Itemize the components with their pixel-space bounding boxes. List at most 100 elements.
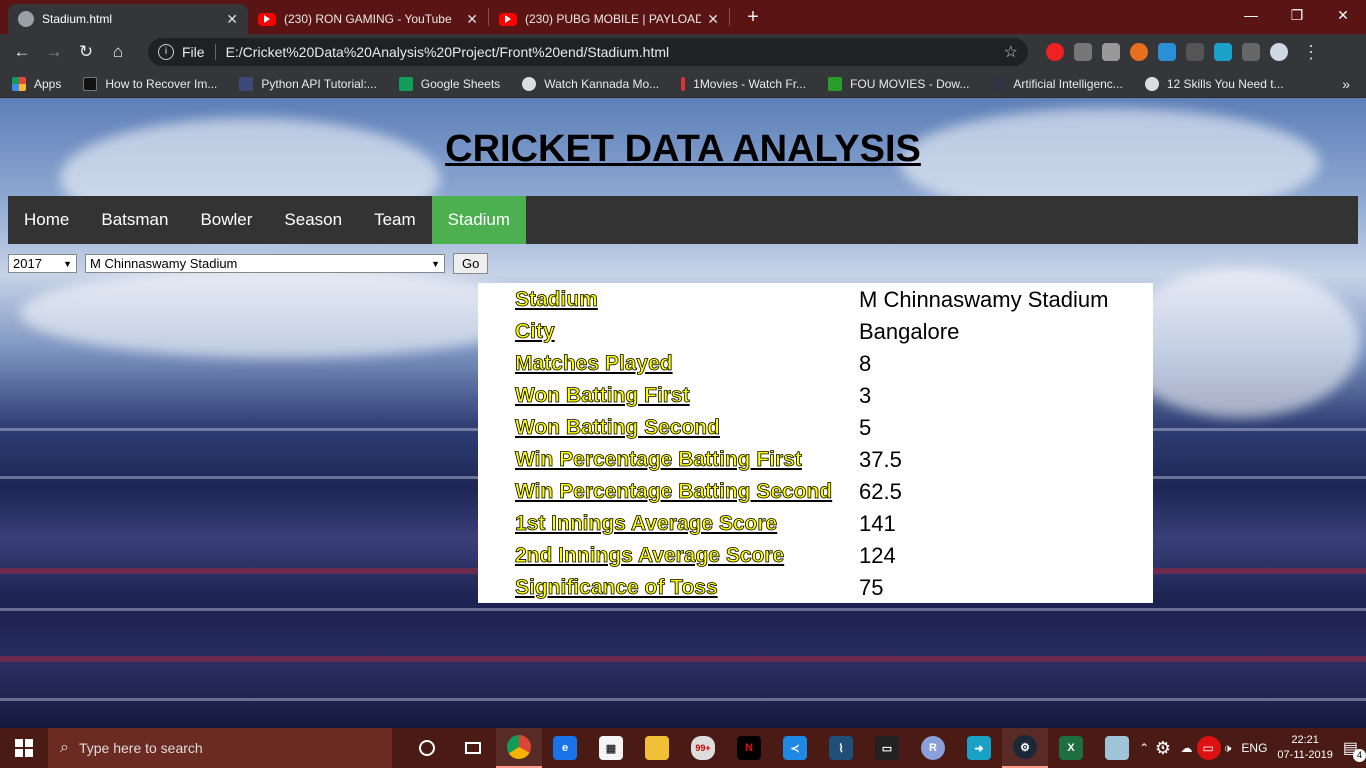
chevron-up-icon[interactable]: ⌃	[1139, 741, 1149, 755]
new-tab-button[interactable]: +	[736, 6, 770, 29]
stat-value: 124	[859, 543, 896, 568]
extensions-area	[1046, 43, 1288, 61]
file-explorer-icon[interactable]	[634, 728, 680, 768]
nav-season[interactable]: Season	[268, 196, 358, 244]
close-icon[interactable]: ✕	[466, 11, 478, 28]
start-button[interactable]	[0, 728, 48, 768]
download-icon[interactable]	[1186, 43, 1204, 61]
page-title: CRICKET DATA ANALYSIS	[445, 128, 921, 170]
battery-icon[interactable]: ▭	[1203, 741, 1214, 755]
vscode-icon[interactable]: ≺	[772, 728, 818, 768]
stats-row: 2nd Innings Average Score 124	[515, 540, 1153, 572]
extension-icon[interactable]	[1130, 43, 1148, 61]
bookmark-item[interactable]: Google Sheets	[398, 76, 501, 91]
bookmark-star-icon[interactable]: ☆	[1004, 42, 1018, 62]
stat-label: Win Percentage Batting Second	[515, 480, 833, 504]
nav-bowler[interactable]: Bowler	[184, 196, 268, 244]
cloud-icon[interactable]: ☁	[1181, 741, 1193, 755]
terminal-icon[interactable]: ▭	[864, 728, 910, 768]
bookmark-item[interactable]: 1Movies - Watch Fr...	[681, 76, 806, 91]
address-bar[interactable]: i File E:/Cricket%20Data%20Analysis%20Pr…	[148, 38, 1028, 66]
stat-value: M Chinnaswamy Stadium	[859, 287, 1109, 312]
stat-value: 141	[859, 511, 896, 536]
pdf-icon[interactable]	[1074, 43, 1092, 61]
bookmark-item[interactable]: 12 Skills You Need t...	[1144, 76, 1284, 91]
cortana-icon[interactable]	[404, 728, 450, 768]
close-icon[interactable]: ✕	[226, 11, 238, 28]
stat-value: 3	[859, 383, 872, 408]
notes-icon[interactable]	[1094, 728, 1140, 768]
stadium-select[interactable]: M Chinnaswamy Stadium ▼	[85, 254, 445, 273]
stat-label: Won Batting First	[515, 384, 690, 408]
mail-icon[interactable]: 99+	[680, 728, 726, 768]
snowflake-icon[interactable]	[1158, 43, 1176, 61]
mysql-icon[interactable]: ⌇	[818, 728, 864, 768]
close-icon[interactable]: ✕	[707, 11, 719, 28]
go-button[interactable]: Go	[453, 253, 489, 274]
notifications-icon[interactable]: ▤ 4	[1343, 738, 1366, 762]
edge-icon[interactable]: e	[542, 728, 588, 768]
stat-label: Won Batting Second	[515, 416, 721, 440]
nav-stadium[interactable]: Stadium	[431, 196, 527, 244]
shield-icon[interactable]	[1102, 43, 1120, 61]
forward-arrow-icon[interactable]: →	[38, 42, 70, 62]
reload-icon[interactable]: ↻	[70, 42, 102, 62]
store-icon[interactable]: ▦	[588, 728, 634, 768]
apps-grid-icon	[12, 76, 26, 91]
nav-team[interactable]: Team	[358, 196, 432, 244]
share-icon[interactable]	[1214, 43, 1232, 61]
excel-icon[interactable]: X	[1048, 728, 1094, 768]
year-select[interactable]: 2017 ▼	[8, 254, 77, 273]
more-bookmarks-icon[interactable]: »	[1342, 76, 1350, 92]
bookmark-label: Google Sheets	[420, 76, 501, 91]
scheme-label: File	[182, 44, 205, 60]
bookmark-item[interactable]: FOU MOVIES - Dow...	[828, 76, 970, 91]
bookmark-item[interactable]: Python API Tutorial:...	[239, 76, 377, 91]
bookmark-item[interactable]: How to Recover Im...	[83, 76, 217, 91]
restore-button[interactable]: ❐	[1274, 0, 1320, 32]
netflix-icon[interactable]: N	[726, 728, 772, 768]
home-icon[interactable]: ⌂	[102, 42, 134, 62]
profile-avatar[interactable]	[1270, 43, 1288, 61]
clock-date: 07-11-2019	[1277, 749, 1333, 761]
bookmark-item[interactable]: Watch Kannada Mo...	[522, 76, 660, 91]
bookmark-apps[interactable]: Apps	[12, 76, 62, 91]
stat-value: Bangalore	[859, 319, 960, 344]
tab-stadium[interactable]: Stadium.html ✕	[8, 4, 248, 34]
tab-title: (230) PUBG MOBILE | PAYLOAD M	[525, 12, 702, 26]
dropdown-arrow-icon: ▼	[63, 258, 72, 269]
volume-icon[interactable]: 🕩	[1224, 741, 1232, 756]
task-view-icon[interactable]	[450, 728, 496, 768]
stats-row: Win Percentage Batting First 37.5	[515, 444, 1153, 476]
steam-icon[interactable]: ⚙	[1002, 728, 1048, 768]
r-icon[interactable]: R	[910, 728, 956, 768]
bookmark-item[interactable]: Artificial Intelligenc...	[991, 76, 1123, 91]
share-app-icon[interactable]: ➜	[956, 728, 1002, 768]
cloud-shape	[20, 268, 540, 358]
bookmark-label: Watch Kannada Mo...	[544, 76, 660, 91]
chrome-icon[interactable]	[496, 728, 542, 768]
back-arrow-icon[interactable]: ←	[6, 42, 38, 62]
close-window-button[interactable]: ✕	[1320, 0, 1366, 32]
stat-label: 2nd Innings Average Score	[515, 544, 785, 568]
url-text[interactable]: E:/Cricket%20Data%20Analysis%20Project/F…	[226, 44, 1004, 60]
nav-home[interactable]: Home	[8, 196, 85, 244]
minimize-button[interactable]: —	[1228, 0, 1274, 32]
cloud-shape	[1120, 268, 1360, 418]
clock[interactable]: 22:21 07-11-2019	[1277, 733, 1332, 763]
tab-youtube-pubg[interactable]: (230) PUBG MOBILE | PAYLOAD M ✕	[489, 4, 729, 34]
filter-bar: 2017 ▼ M Chinnaswamy Stadium ▼ Go	[8, 253, 489, 274]
taskbar-search[interactable]: ⌕ Type here to search	[48, 728, 392, 768]
language-indicator[interactable]: ENG	[1241, 741, 1267, 755]
nav-batsman[interactable]: Batsman	[85, 196, 184, 244]
stat-value: 62.5	[859, 479, 902, 504]
wifi-icon[interactable]: ⌔	[1159, 741, 1170, 756]
windows-taskbar: ⌕ Type here to search e ▦ 99+ N ≺ ⌇ ▭ R …	[0, 728, 1366, 768]
code-icon[interactable]	[1242, 43, 1260, 61]
bookmark-label: Apps	[34, 76, 62, 91]
tab-youtube-ron-gaming[interactable]: (230) RON GAMING - YouTube ✕	[248, 4, 488, 34]
menu-icon[interactable]: ⋮	[1302, 42, 1320, 63]
info-icon[interactable]: i	[158, 44, 174, 60]
adblock-icon[interactable]	[1046, 43, 1064, 61]
bookmark-label: FOU MOVIES - Dow...	[850, 76, 970, 91]
